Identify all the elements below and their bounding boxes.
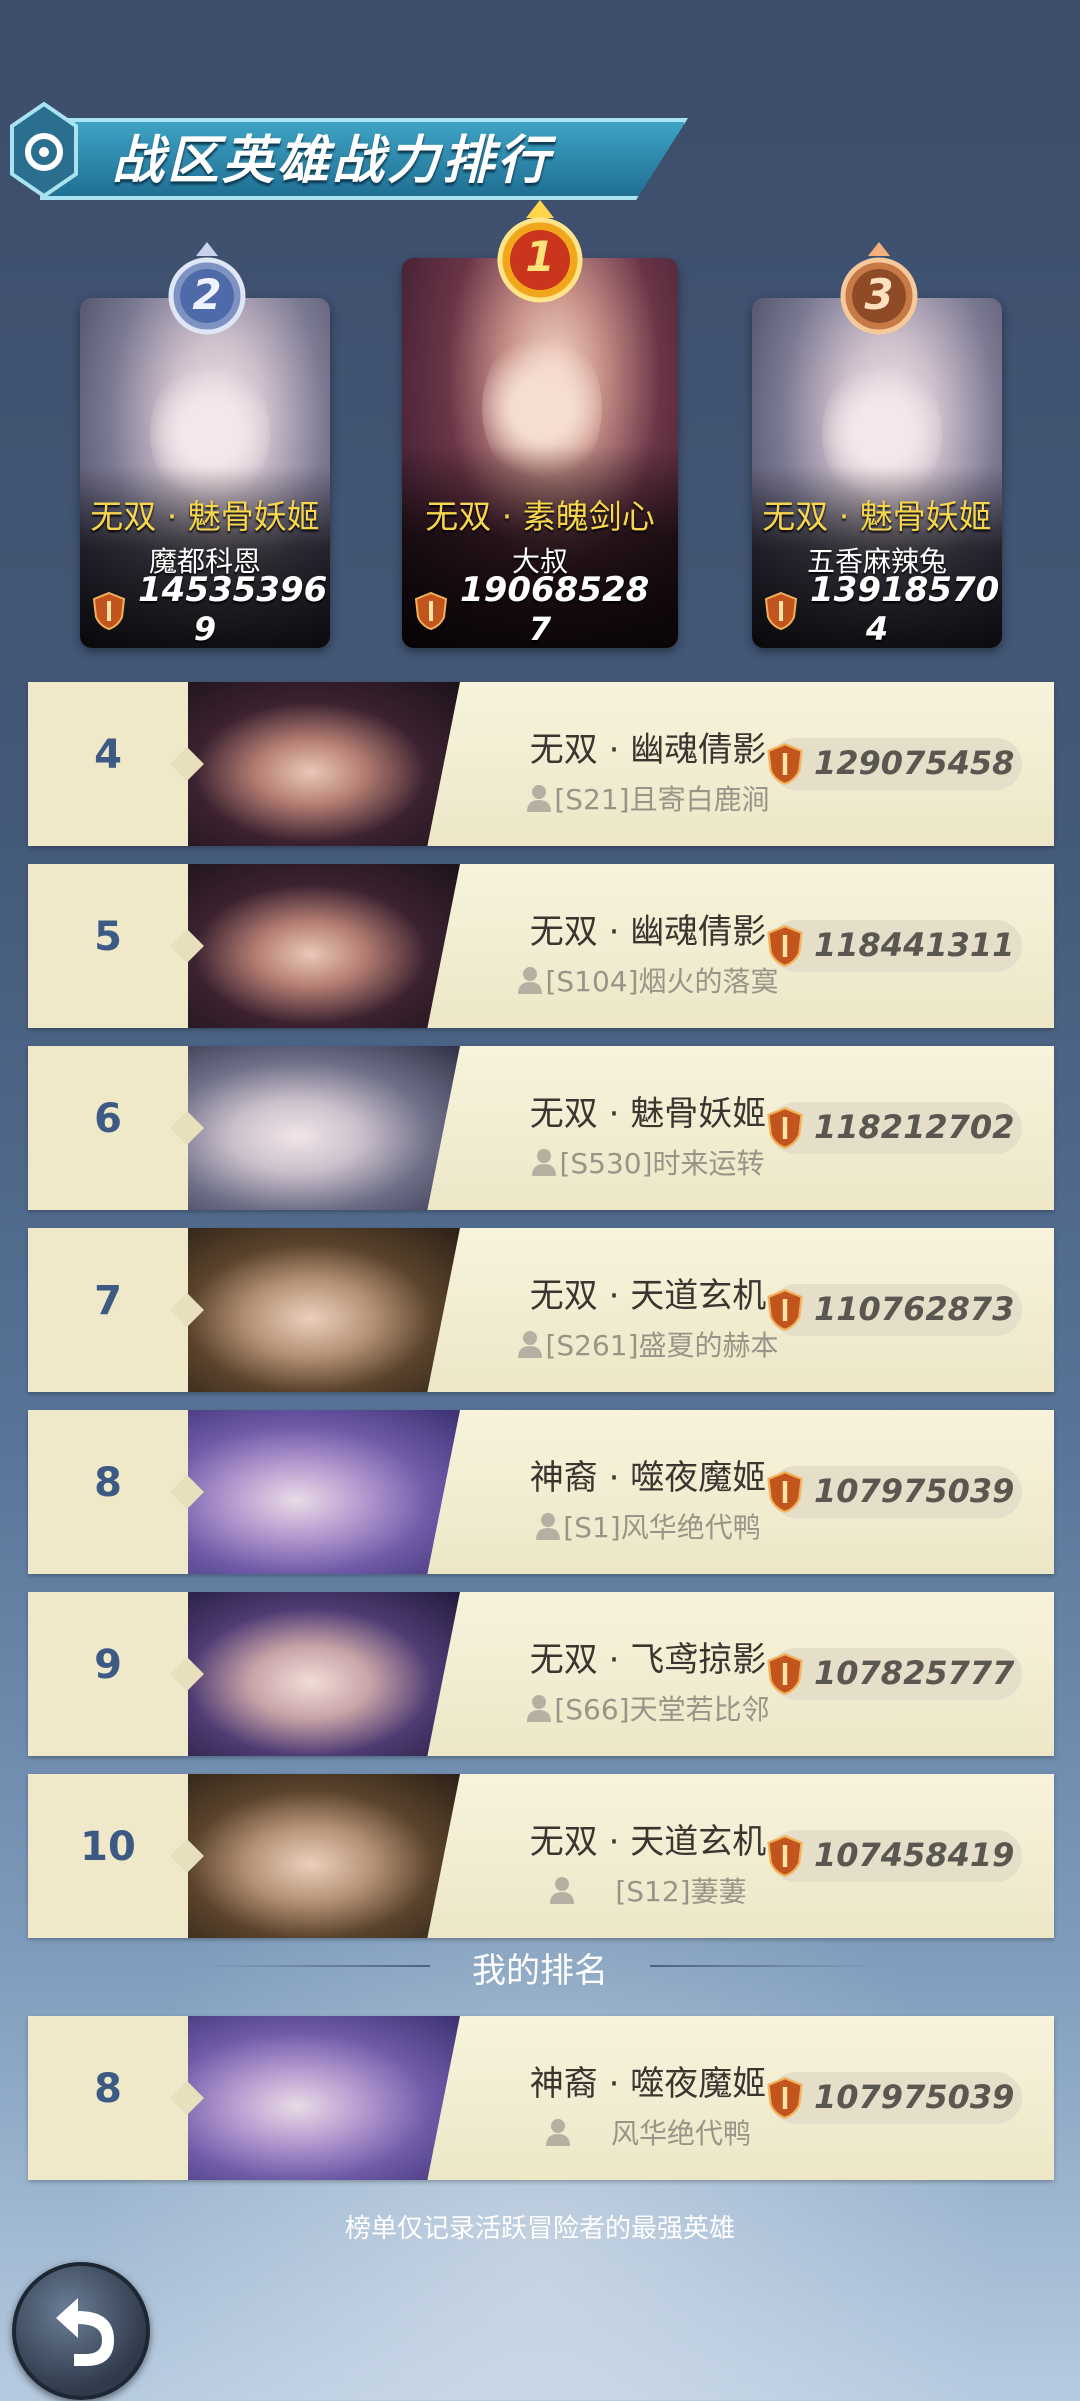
rank-number: 6	[94, 1096, 122, 1142]
shield-sword-icon	[767, 743, 803, 785]
podium-card-2[interactable]: 无双 · 魅骨妖姬 魔都科恩 14535396 9	[80, 298, 330, 648]
podium-power: 13918570	[810, 570, 1000, 610]
power-value: 107458419	[814, 1836, 1015, 1874]
my-rank-row[interactable]: 8 神裔 · 噬夜魔姬 风华绝代鸭 107975039	[28, 2016, 1054, 2180]
rank-number: 7	[94, 1278, 122, 1324]
bronze-medal: 3	[836, 240, 922, 340]
user-icon	[518, 1331, 543, 1358]
medal-number: 2	[192, 270, 222, 319]
podium-rank-number: 7	[528, 610, 552, 648]
rank-number: 10	[80, 1824, 136, 1870]
player-name-text: 风华绝代鸭	[610, 2117, 751, 2150]
title-banner: 战区英雄战力排行	[0, 100, 690, 200]
player-name-text: [S12]萋萋	[615, 1875, 747, 1908]
power-value: 110762873	[814, 1290, 1015, 1328]
player-name-text: [S530]时来运转	[559, 1147, 765, 1180]
hero-portrait	[188, 2016, 460, 2180]
hero-portrait	[188, 1774, 460, 1938]
back-button[interactable]	[12, 2262, 150, 2400]
shield-sword-icon	[767, 1471, 803, 1513]
shield-sword-icon	[767, 1289, 803, 1331]
player-name-text: [S21]且寄白鹿涧	[554, 783, 770, 816]
gold-medal: 1	[492, 198, 588, 310]
power-value: 107975039	[814, 1472, 1015, 1510]
player-name-text: [S261]盛夏的赫本	[545, 1329, 779, 1362]
power-value: 129075458	[814, 744, 1015, 782]
user-icon	[527, 1695, 552, 1722]
rank-number: 9	[94, 1642, 122, 1688]
player-name-text: [S66]天堂若比邻	[554, 1693, 770, 1726]
podium-power: 19068528	[460, 570, 650, 610]
ranking-row[interactable]: 4 无双 · 幽魂倩影 [S21]且寄白鹿涧 129075458	[28, 682, 1054, 846]
hero-portrait	[188, 1592, 460, 1756]
player-name-text: [S104]烟火的落寞	[545, 965, 779, 998]
user-icon	[545, 2119, 570, 2146]
hero-portrait	[188, 682, 460, 846]
user-icon	[536, 1513, 561, 1540]
hero-portrait	[188, 864, 460, 1028]
hero-portrait	[188, 1046, 460, 1210]
power-value: 107825777	[814, 1654, 1015, 1692]
page-title: 战区英雄战力排行	[112, 131, 553, 191]
podium-card-1[interactable]: 无双 · 素魄剑心 大叔 19068528 7	[402, 258, 678, 648]
ranking-row[interactable]: 9 无双 · 飞鸢掠影 [S66]天堂若比邻 107825777	[28, 1592, 1054, 1756]
user-icon	[527, 785, 552, 812]
shield-sword-icon	[767, 2077, 803, 2119]
medal-number: 1	[525, 232, 555, 281]
podium-hero-name: 无双 · 魅骨妖姬	[90, 497, 320, 536]
shield-sword-icon	[767, 1107, 803, 1149]
podium-hero-name: 无双 · 魅骨妖姬	[762, 497, 992, 536]
rank-number: 4	[94, 732, 122, 778]
podium-power: 14535396	[138, 570, 328, 610]
title-emblem-icon	[10, 101, 78, 199]
shield-sword-icon	[767, 925, 803, 967]
ranking-row[interactable]: 6 无双 · 魅骨妖姬 [S530]时来运转 118212702	[28, 1046, 1054, 1210]
podium-rank-number: 4	[865, 610, 889, 648]
podium-rank-number: 9	[193, 610, 217, 648]
power-value: 118441311	[814, 926, 1015, 964]
player-name-text: [S1]风华绝代鸭	[563, 1511, 761, 1544]
ranking-row[interactable]: 7 无双 · 天道玄机 [S261]盛夏的赫本 110762873	[28, 1228, 1054, 1392]
power-value: 118212702	[814, 1108, 1015, 1146]
user-icon	[550, 1877, 575, 1904]
rank-number: 8	[94, 1460, 122, 1506]
ranking-row[interactable]: 10 无双 · 天道玄机 [S12]萋萋 107458419	[28, 1774, 1054, 1938]
shield-sword-icon	[767, 1653, 803, 1695]
ranking-row[interactable]: 8 神裔 · 噬夜魔姬 [S1]风华绝代鸭 107975039	[28, 1410, 1054, 1574]
rank-number: 8	[94, 2066, 122, 2112]
hero-portrait	[188, 1228, 460, 1392]
power-value: 107975039	[814, 2078, 1015, 2116]
my-rank-label: 我的排名	[472, 1951, 608, 1991]
user-icon	[532, 1149, 557, 1176]
divider-line	[650, 1965, 880, 1967]
medal-number: 3	[864, 270, 894, 319]
shield-sword-icon	[767, 1835, 803, 1877]
silver-medal: 2	[164, 240, 250, 340]
rank-number: 5	[94, 914, 122, 960]
footnote: 榜单仅记录活跃冒险者的最强英雄	[344, 2214, 735, 2244]
podium-card-3[interactable]: 无双 · 魅骨妖姬 五香麻辣兔 13918570 4	[752, 298, 1002, 648]
podium-hero-name: 无双 · 素魄剑心	[425, 497, 655, 536]
ranking-row[interactable]: 5 无双 · 幽魂倩影 [S104]烟火的落寞 118441311	[28, 864, 1054, 1028]
back-arrow-icon	[56, 2298, 114, 2366]
user-icon	[518, 967, 543, 994]
hero-portrait	[188, 1410, 460, 1574]
